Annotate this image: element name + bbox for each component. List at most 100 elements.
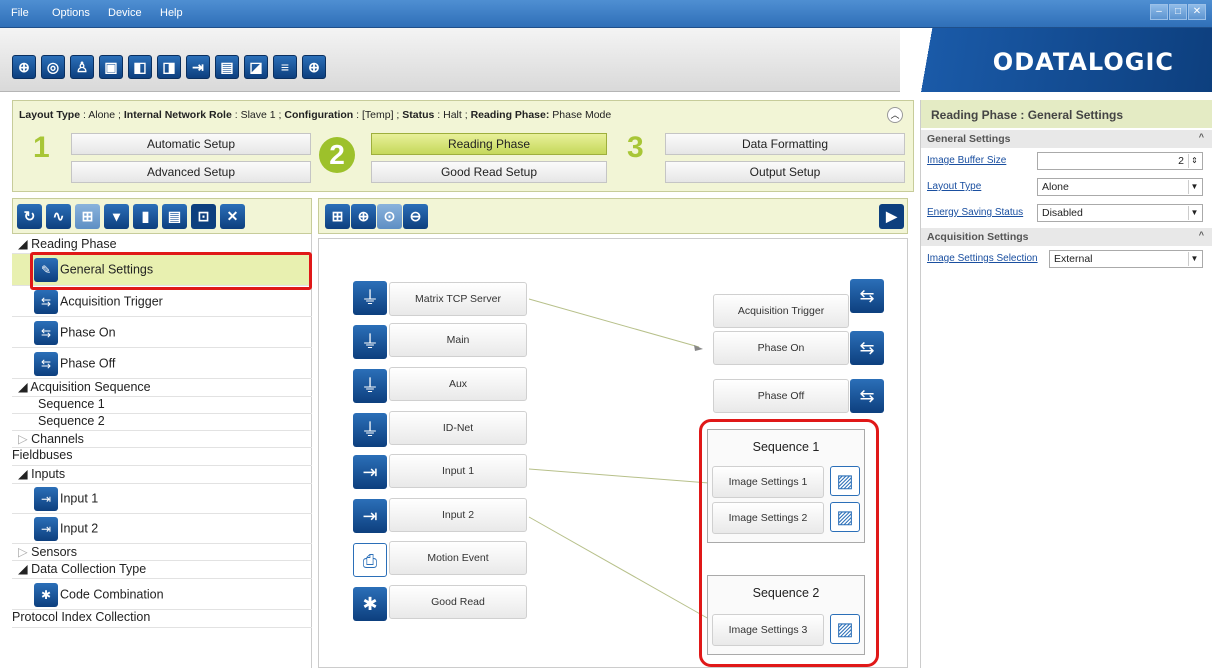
maximize-button[interactable]: □ [1169,4,1187,20]
plug-icon: ⏚ [353,369,387,403]
data-formatting-button[interactable]: Data Formatting [665,133,905,155]
spinner-icon[interactable]: ⇕ [1188,154,1200,168]
reading-phase-button[interactable]: Reading Phase [371,133,607,155]
data-icon[interactable]: ▤ [162,204,187,229]
tree-node-protocol-index[interactable]: Protocol Index Collection [12,610,312,628]
energy-saving-value: Disabled [1042,207,1083,219]
tree-item-label: Input 1 [60,491,99,506]
tree-node-label: Sensors [31,545,77,559]
tree-node-label: Acquisition Sequence [30,380,151,394]
source-input-2[interactable]: Input 2 [389,498,527,532]
monitor-icon[interactable]: ▤ [215,55,239,79]
menu-device[interactable]: Device [108,7,142,19]
source-matrix-tcp-server[interactable]: Matrix TCP Server [389,282,527,316]
configuration-label: Configuration [284,109,354,121]
capture-icon[interactable]: ◧ [128,55,152,79]
menu-file[interactable]: File [11,7,29,19]
target-phase-off[interactable]: Phase Off [713,379,849,413]
input-icon: ⇥ [34,517,58,541]
tree-node-sensors[interactable]: ▷ Sensors [12,544,312,561]
window-icon[interactable]: ▣ [99,55,123,79]
tree-node-acquisition-sequence[interactable]: ◢ Acquisition Sequence [12,379,312,397]
image-buffer-input[interactable]: 2 ⇕ [1037,152,1203,170]
tree-item-sequence-2[interactable]: Sequence 2 [12,414,312,431]
step-3-number: 3 [627,131,644,164]
source-good-read[interactable]: Good Read [389,585,527,619]
save-icon[interactable]: ▾ [104,204,129,229]
chevron-up-icon: ^ [1198,230,1204,240]
settings-icon[interactable]: ◎ [41,55,65,79]
brand-area: ODATALOGIC [900,28,1212,92]
statistics-icon[interactable]: ≡ [273,55,297,79]
reading-phase-value: Phase Mode [552,109,612,121]
dropdown-arrow-icon[interactable]: ▼ [1188,180,1200,194]
status-value: Halt [443,109,462,121]
target-phase-on[interactable]: Phase On [713,331,849,365]
tree-node-channels[interactable]: ▷ Channels [12,431,312,448]
automatic-setup-button[interactable]: Automatic Setup [71,133,311,155]
waveform-icon[interactable]: ∿ [46,204,71,229]
image-buffer-label: Image Buffer Size [927,155,1007,166]
delete-icon[interactable]: ✕ [220,204,245,229]
trigger-icon: ⇆ [34,321,58,345]
zoom-reset-icon[interactable]: ⊙ [377,204,402,229]
network-role-label: Internal Network Role [123,109,232,121]
network-role-value: Slave 1 [240,109,276,121]
zoom-out-icon[interactable]: ⊖ [403,204,428,229]
tree-item-acquisition-trigger[interactable]: ⇆ Acquisition Trigger [12,286,312,317]
layout-type-select[interactable]: Alone ▼ [1037,178,1203,196]
zoom-in-icon[interactable]: ⊕ [351,204,376,229]
general-settings-section[interactable]: General Settings ^ [921,130,1212,148]
advanced-setup-button[interactable]: Advanced Setup [71,161,311,183]
tree-node-data-collection-type[interactable]: ◢ Data Collection Type [12,561,312,579]
play-icon[interactable]: ▶ [879,204,904,229]
menu-help[interactable]: Help [160,7,183,19]
image-buffer-value: 2 [1178,155,1184,167]
minimize-button[interactable]: – [1150,4,1168,20]
grid-icon[interactable]: ⊞ [75,204,100,229]
image-settings-selection-value: External [1054,253,1093,265]
collapse-button[interactable]: ︿ [887,107,903,123]
add-icon[interactable]: ⊞ [325,204,350,229]
good-read-setup-button[interactable]: Good Read Setup [371,161,607,183]
device-icon[interactable]: ▮ [133,204,158,229]
target-icon[interactable]: ⊕ [302,55,326,79]
tree-item-sequence-1[interactable]: Sequence 1 [12,397,312,414]
trigger-icon: ⇆ [34,290,58,314]
tree-item-code-combination[interactable]: ✱ Code Combination [12,579,312,610]
dropdown-arrow-icon[interactable]: ▼ [1188,206,1200,220]
output-setup-button[interactable]: Output Setup [665,161,905,183]
target-acquisition-trigger[interactable]: Acquisition Trigger [713,294,849,328]
export-icon[interactable]: ⇥ [186,55,210,79]
source-motion-event[interactable]: Motion Event [389,541,527,575]
network-icon[interactable]: ⊡ [191,204,216,229]
connect-icon[interactable]: ⊕ [12,55,36,79]
tree-item-label: Sequence 2 [38,414,105,428]
source-id-net[interactable]: ID-Net [389,411,527,445]
tree-item-input-1[interactable]: ⇥ Input 1 [12,484,312,514]
tree-node-inputs[interactable]: ◢ Inputs [12,466,312,484]
refresh-icon[interactable]: ↻ [17,204,42,229]
main-toolbar: ⊕ ◎ ♙ ▣ ◧ ◨ ⇥ ▤ ◪ ≡ ⊕ ODATALOGIC [0,28,1212,92]
scan-icon[interactable]: ◨ [157,55,181,79]
dropdown-arrow-icon[interactable]: ▼ [1188,252,1200,266]
tree-item-phase-off[interactable]: ⇆ Phase Off [12,348,312,379]
image-settings-selection-select[interactable]: External ▼ [1049,250,1203,268]
tree-node-fieldbuses[interactable]: Fieldbuses [12,448,312,466]
source-input-1[interactable]: Input 1 [389,454,527,488]
energy-saving-select[interactable]: Disabled ▼ [1037,204,1203,222]
source-aux[interactable]: Aux [389,367,527,401]
tree-item-input-2[interactable]: ⇥ Input 2 [12,514,312,544]
status-label: Status [402,109,435,121]
trigger-icon: ⇆ [34,352,58,376]
user-icon[interactable]: ♙ [70,55,94,79]
menu-options[interactable]: Options [52,7,90,19]
image-icon[interactable]: ◪ [244,55,268,79]
tree-item-label: Phase On [60,325,116,340]
acquisition-settings-section[interactable]: Acquisition Settings ^ [921,228,1212,246]
trigger-icon: ⇆ [850,331,884,365]
source-main[interactable]: Main [389,323,527,357]
tree-item-phase-on[interactable]: ⇆ Phase On [12,317,312,348]
close-button[interactable]: ✕ [1188,4,1206,20]
input-icon: ⇥ [34,487,58,511]
